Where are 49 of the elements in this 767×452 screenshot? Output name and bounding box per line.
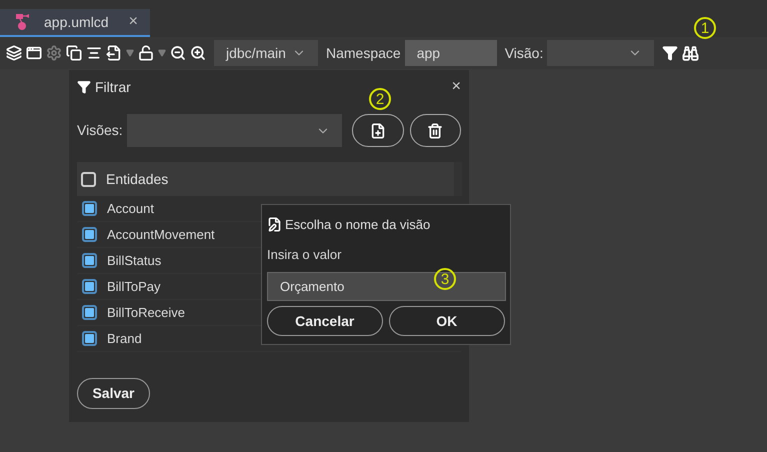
filter-icon[interactable] bbox=[662, 45, 678, 61]
annotation-marker: 3 bbox=[434, 268, 456, 290]
view-label: Visão: bbox=[504, 44, 544, 62]
entity-name: Account bbox=[107, 200, 154, 218]
binoculars-icon[interactable] bbox=[682, 44, 700, 62]
panel-title: Filtrar bbox=[95, 78, 131, 96]
unlock-icon[interactable] bbox=[138, 45, 154, 61]
add-file-icon bbox=[370, 122, 386, 138]
views-label: Visões: bbox=[77, 121, 123, 140]
stacked-windows-icon[interactable] bbox=[66, 45, 82, 61]
entity-name: BillStatus bbox=[107, 252, 162, 270]
namespace-field[interactable]: app bbox=[404, 40, 497, 66]
entity-name: AccountMovement bbox=[107, 226, 215, 244]
save-button[interactable]: Salvar bbox=[77, 378, 150, 409]
add-view-button[interactable] bbox=[352, 114, 404, 147]
layers-icon[interactable] bbox=[6, 45, 22, 61]
checkbox[interactable] bbox=[82, 253, 97, 268]
tab-title: app.umlcd bbox=[44, 12, 109, 32]
edit-file-icon bbox=[267, 217, 282, 232]
entity-name: BillToPay bbox=[107, 278, 160, 296]
window-icon[interactable] bbox=[26, 45, 42, 61]
annotation-marker: 2 bbox=[369, 88, 391, 110]
namespace-label: Namespace bbox=[326, 44, 401, 63]
close-button[interactable]: × bbox=[452, 75, 461, 99]
zoom-out-icon[interactable] bbox=[170, 45, 186, 61]
prompt-label: Insira o valor bbox=[267, 246, 342, 264]
ok-button[interactable]: OK bbox=[388, 306, 505, 336]
filter-icon bbox=[77, 80, 91, 94]
dialog-title: Escolha o nome da visão bbox=[285, 216, 430, 234]
file-tab[interactable]: app.umlcd × bbox=[0, 9, 150, 37]
checkbox[interactable] bbox=[82, 279, 97, 294]
branch-dropdown[interactable]: jdbc/main bbox=[214, 40, 318, 66]
zoom-in-icon[interactable] bbox=[190, 45, 206, 61]
entity-name: Brand bbox=[107, 330, 142, 348]
cancel-button[interactable]: Cancelar bbox=[267, 306, 382, 336]
diagram-icon bbox=[16, 14, 32, 30]
checkbox[interactable] bbox=[82, 331, 97, 346]
entity-name: BillToReceive bbox=[107, 304, 186, 322]
export-icon[interactable] bbox=[106, 45, 122, 61]
tab-close[interactable]: × bbox=[128, 10, 138, 34]
delete-view-button[interactable] bbox=[410, 114, 461, 147]
checkbox[interactable] bbox=[82, 227, 97, 242]
column-header: Entidades bbox=[106, 170, 168, 188]
annotation-marker: 1 bbox=[694, 17, 716, 39]
checkbox[interactable] bbox=[81, 172, 96, 186]
checkbox[interactable] bbox=[82, 201, 97, 216]
checkbox[interactable] bbox=[82, 305, 97, 320]
trash-icon bbox=[427, 122, 444, 138]
align-center-icon[interactable] bbox=[86, 45, 102, 61]
